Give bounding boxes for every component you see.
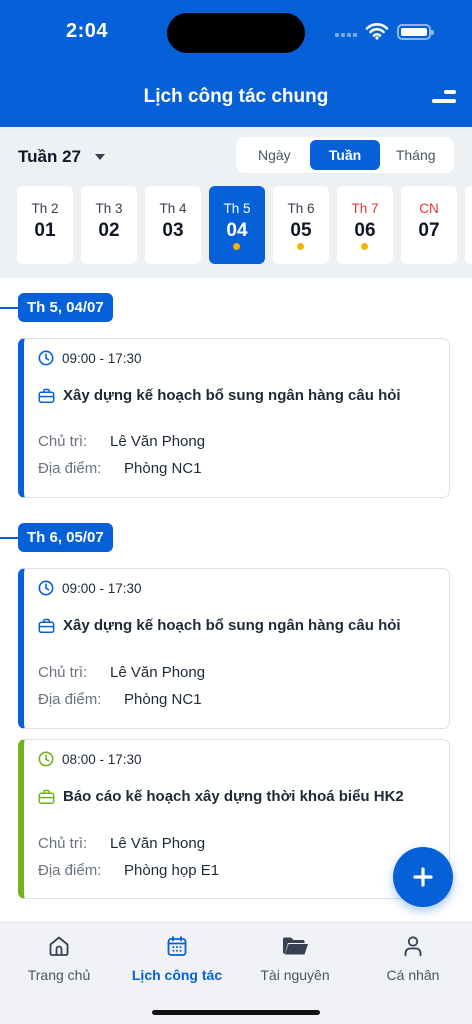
host-value: Lê Văn Phong [110, 664, 206, 681]
location-value: Phòng NC1 [124, 691, 202, 708]
plus-icon [413, 867, 433, 887]
location-label: Địa điểm: [38, 862, 102, 879]
folder-icon [283, 937, 308, 955]
day-date: 02 [98, 220, 120, 241]
tab-day[interactable]: Ngày [239, 140, 310, 170]
day-item-selected[interactable]: Th 5 04 [209, 186, 265, 264]
event-card[interactable]: 09:00 - 17:30 Xây dựng kế hoạch bổ sung … [18, 568, 450, 729]
day-name: Th 4 [159, 201, 187, 216]
day-name: Th 3 [95, 201, 123, 216]
view-mode-switch: Ngày Tuần Tháng [236, 137, 454, 173]
day-item[interactable]: Th 6 05 [273, 186, 329, 264]
clock-icon [38, 580, 54, 596]
day-date: 01 [34, 220, 56, 241]
day-date: 03 [162, 220, 184, 241]
location-label: Địa điểm: [38, 691, 102, 708]
clock-icon [38, 751, 54, 767]
day-date: 04 [226, 220, 248, 241]
day-name: Th 7 [351, 201, 379, 216]
week-selector[interactable]: Tuần 27 [18, 147, 105, 167]
signal-icon [335, 33, 357, 37]
host-value: Lê Văn Phong [110, 433, 206, 450]
tab-week[interactable]: Tuần [309, 140, 381, 170]
calendar-icon [167, 936, 187, 956]
event-title: Xây dựng kế hoạch bổ sung ngân hàng câu … [63, 387, 401, 404]
nav-label: Tài nguyên [260, 967, 330, 983]
nav-item-home[interactable]: Trang chủ [0, 933, 118, 983]
briefcase-icon [38, 618, 55, 633]
tab-month[interactable]: Tháng [380, 140, 451, 170]
location-label: Địa điểm: [38, 460, 102, 477]
day-name: Th 6 [287, 201, 315, 216]
week-label: Tuần 27 [18, 147, 81, 166]
clock-icon [38, 350, 54, 366]
day-item[interactable]: Th 3 02 [81, 186, 137, 264]
bottom-nav: Trang chủ Lịch công tác Tài nguyên Cá nh… [0, 922, 472, 1024]
day-date: 06 [354, 220, 376, 241]
event-time: 09:00 - 17:30 [62, 580, 142, 596]
nav-item-resources[interactable]: Tài nguyên [236, 933, 354, 983]
home-icon [49, 936, 69, 956]
home-indicator [152, 1010, 320, 1015]
day-item[interactable]: Th 7 06 [337, 186, 393, 264]
filter-area: Tuần 27 Ngày Tuần Tháng Th 2 01 Th 3 02 … [0, 127, 472, 278]
host-label: Chủ trì: [38, 664, 88, 681]
day-name: Th 5 [223, 201, 251, 216]
event-title: Báo cáo kế hoạch xây dựng thời khoá biểu… [63, 788, 404, 805]
date-chip: Th 6, 05/07 [18, 523, 113, 552]
add-event-button[interactable] [393, 847, 453, 907]
app-header: 2:04 Lịch công tác chung [0, 0, 472, 127]
day-name: CN [419, 201, 439, 216]
location-value: Phòng NC1 [124, 460, 202, 477]
event-time: 09:00 - 17:30 [62, 350, 142, 366]
user-icon [404, 936, 422, 957]
event-dot [233, 243, 240, 250]
briefcase-icon [38, 789, 55, 804]
day-item[interactable]: CN 07 [401, 186, 457, 264]
event-dot [361, 243, 368, 250]
host-label: Chủ trì: [38, 433, 88, 450]
timeline-connector [0, 307, 20, 309]
nav-label: Trang chủ [27, 967, 91, 983]
status-time: 2:04 [66, 20, 109, 42]
host-label: Chủ trì: [38, 835, 88, 852]
caret-down-icon [94, 154, 105, 160]
menu-icon[interactable] [428, 88, 458, 108]
event-dot [297, 243, 304, 250]
event-title: Xây dựng kế hoạch bổ sung ngân hàng câu … [63, 617, 401, 634]
nav-item-calendar[interactable]: Lịch công tác [118, 933, 236, 983]
day-item[interactable]: Th 2 01 [17, 186, 73, 264]
page-title: Lịch công tác chung [143, 86, 329, 107]
battery-icon [397, 24, 434, 40]
nav-label: Cá nhân [386, 967, 440, 983]
nav-label: Lịch công tác [131, 967, 223, 983]
day-item-partial[interactable] [465, 186, 472, 264]
day-strip: Th 2 01 Th 3 02 Th 4 03 Th 5 04 Th 6 05 … [17, 186, 472, 266]
dynamic-island [167, 13, 305, 53]
wifi-icon [365, 23, 389, 40]
briefcase-icon [38, 388, 55, 403]
date-chip: Th 5, 04/07 [18, 293, 113, 322]
day-date: 07 [418, 220, 440, 241]
day-name: Th 2 [31, 201, 59, 216]
nav-item-profile[interactable]: Cá nhân [354, 933, 472, 983]
event-time: 08:00 - 17:30 [62, 751, 142, 767]
host-value: Lê Văn Phong [110, 835, 206, 852]
day-item[interactable]: Th 4 03 [145, 186, 201, 264]
event-card[interactable]: 08:00 - 17:30 Báo cáo kế hoạch xây dựng … [18, 739, 450, 899]
day-date: 05 [290, 220, 312, 241]
timeline-connector [0, 537, 20, 539]
schedule-list: Th 5, 04/07 09:00 - 17:30 Xây dựng kế ho… [0, 278, 472, 922]
event-card[interactable]: 09:00 - 17:30 Xây dựng kế hoạch bổ sung … [18, 338, 450, 498]
location-value: Phòng họp E1 [124, 862, 220, 879]
